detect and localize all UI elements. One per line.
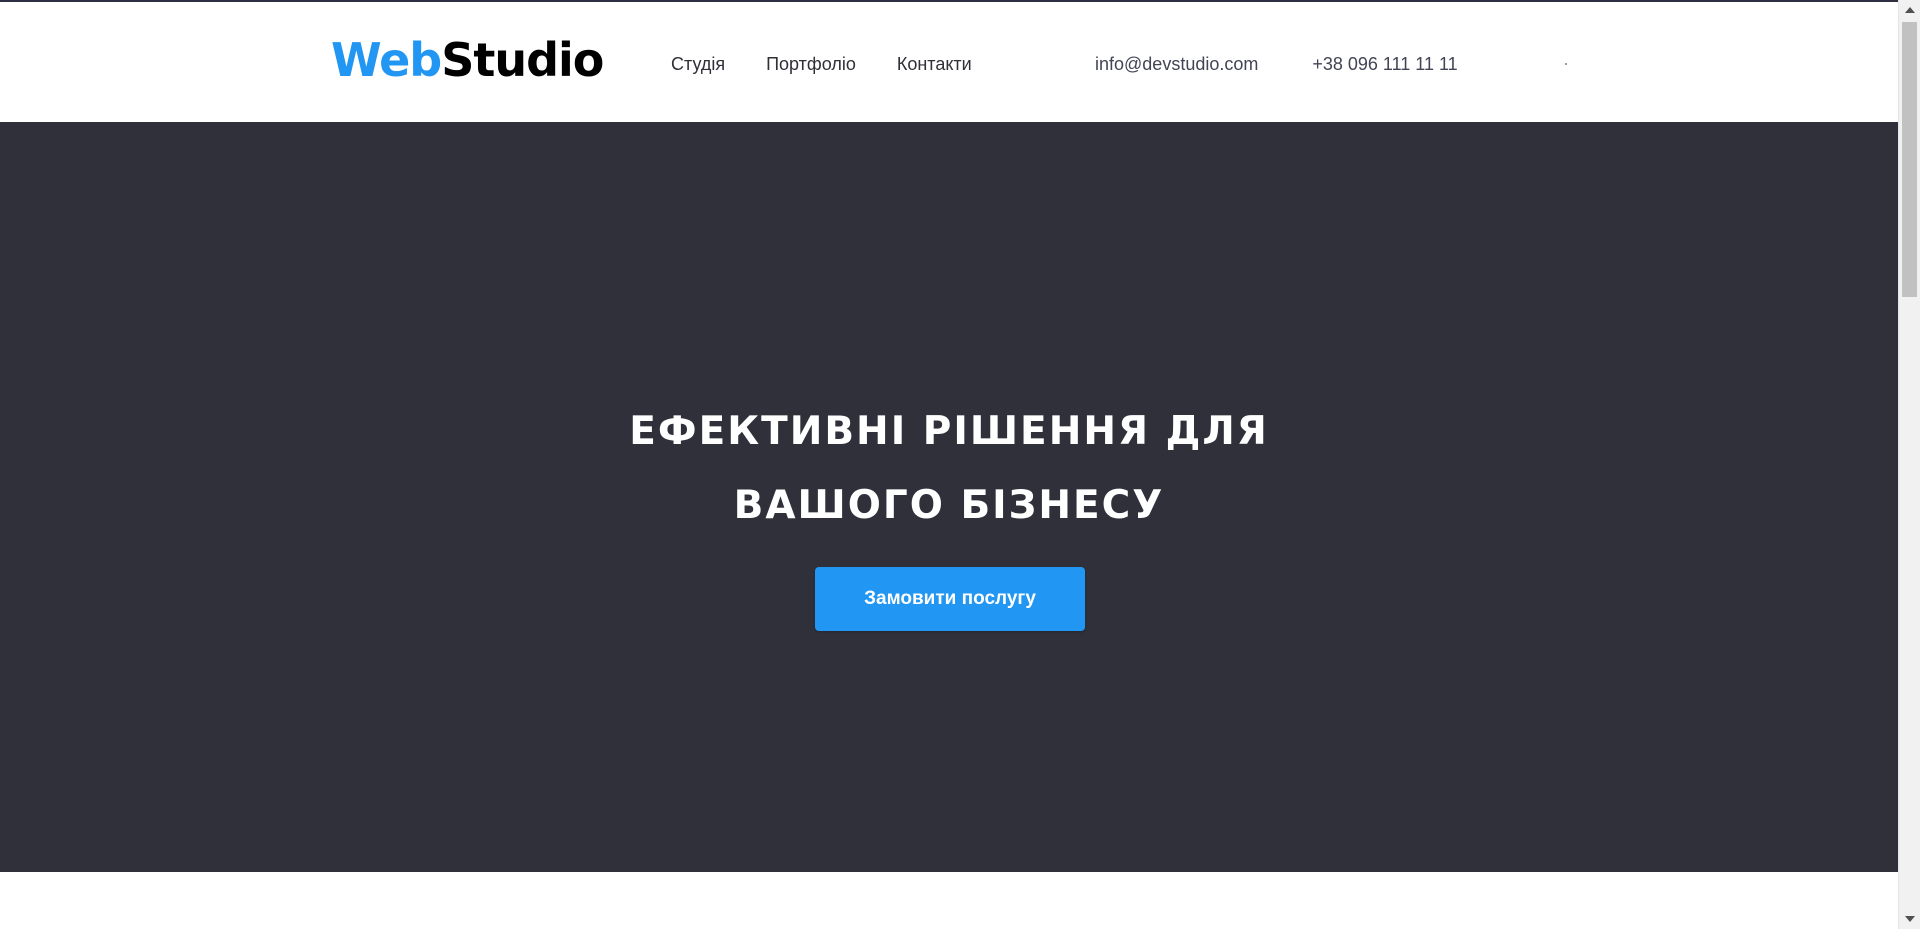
scrollbar-thumb[interactable] [1902,22,1917,297]
phone-link[interactable]: +38 096 111 11 11 [1312,51,1457,77]
hero-title-line-2: ВАШОГО БІЗНЕСУ [733,483,1165,528]
logo-link[interactable]: WebStudio [331,28,604,92]
decorative-dot [1565,63,1567,65]
order-service-button[interactable]: Замовити послугу [815,567,1085,631]
site-header: WebStudio Студія Портфоліо Контакти info… [0,2,1898,122]
nav-link-studio[interactable]: Студія [671,51,725,77]
header-contacts: info@devstudio.com +38 096 111 11 11 [1095,51,1458,77]
hero-title-line-1: ЕФЕКТИВНІ РІШЕННЯ ДЛЯ [629,409,1269,454]
hero-title: ЕФЕКТИВНІ РІШЕННЯ ДЛЯ ВАШОГО БІЗНЕСУ [0,395,1898,543]
hero-section: ЕФЕКТИВНІ РІШЕННЯ ДЛЯ ВАШОГО БІЗНЕСУ Зам… [0,122,1898,872]
scroll-down-arrow-icon[interactable] [1905,916,1915,922]
browser-viewport: WebStudio Студія Портфоліо Контакти info… [0,0,1920,929]
page: WebStudio Студія Портфоліо Контакти info… [0,0,1898,929]
email-link[interactable]: info@devstudio.com [1095,51,1258,77]
logo-part-web: Web [331,33,442,87]
scroll-up-arrow-icon[interactable] [1905,7,1915,13]
nav-link-contacts[interactable]: Контакти [897,51,972,77]
nav-link-portfolio[interactable]: Портфоліо [766,51,856,77]
main-nav: Студія Портфоліо Контакти [671,51,972,77]
logo-part-studio: Studio [441,33,604,87]
vertical-scrollbar[interactable] [1898,0,1920,929]
